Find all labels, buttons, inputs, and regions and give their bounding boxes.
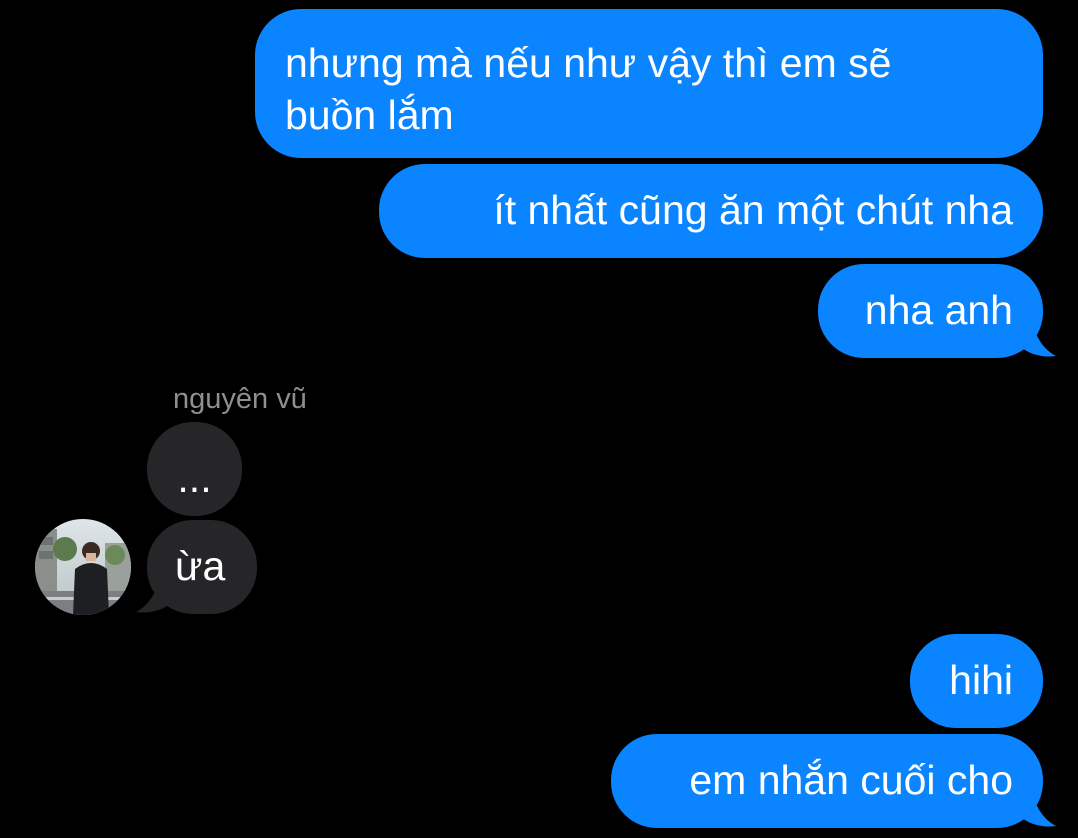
sent-message-bubble[interactable]: nha anh [818, 264, 1043, 358]
message-text: nha anh [864, 287, 1013, 333]
sent-message-bubble[interactable]: nhưng mà nếu như vậy thì em sẽ buồn lắm [255, 9, 1043, 158]
received-message-bubble[interactable]: ... [147, 422, 242, 516]
sent-message-bubble[interactable]: hihi [910, 634, 1043, 728]
message-text-line: nhưng mà nếu như vậy thì em sẽ [285, 40, 892, 86]
received-message-bubble[interactable]: ừa [147, 520, 257, 614]
message-text: ít nhất cũng ăn một chút nha [493, 187, 1013, 233]
avatar[interactable] [35, 519, 131, 615]
message-text: hihi [949, 657, 1013, 703]
message-text: ... [177, 455, 212, 501]
sent-message-bubble[interactable]: em nhắn cuối cho [611, 734, 1043, 828]
sender-name: nguyên vũ [173, 383, 307, 415]
profile-photo-icon [35, 519, 131, 615]
message-text-line: buồn lắm [285, 92, 454, 138]
message-text: ừa [175, 543, 226, 589]
message-text: em nhắn cuối cho [689, 757, 1013, 803]
sent-message-bubble[interactable]: ít nhất cũng ăn một chút nha [379, 164, 1043, 258]
